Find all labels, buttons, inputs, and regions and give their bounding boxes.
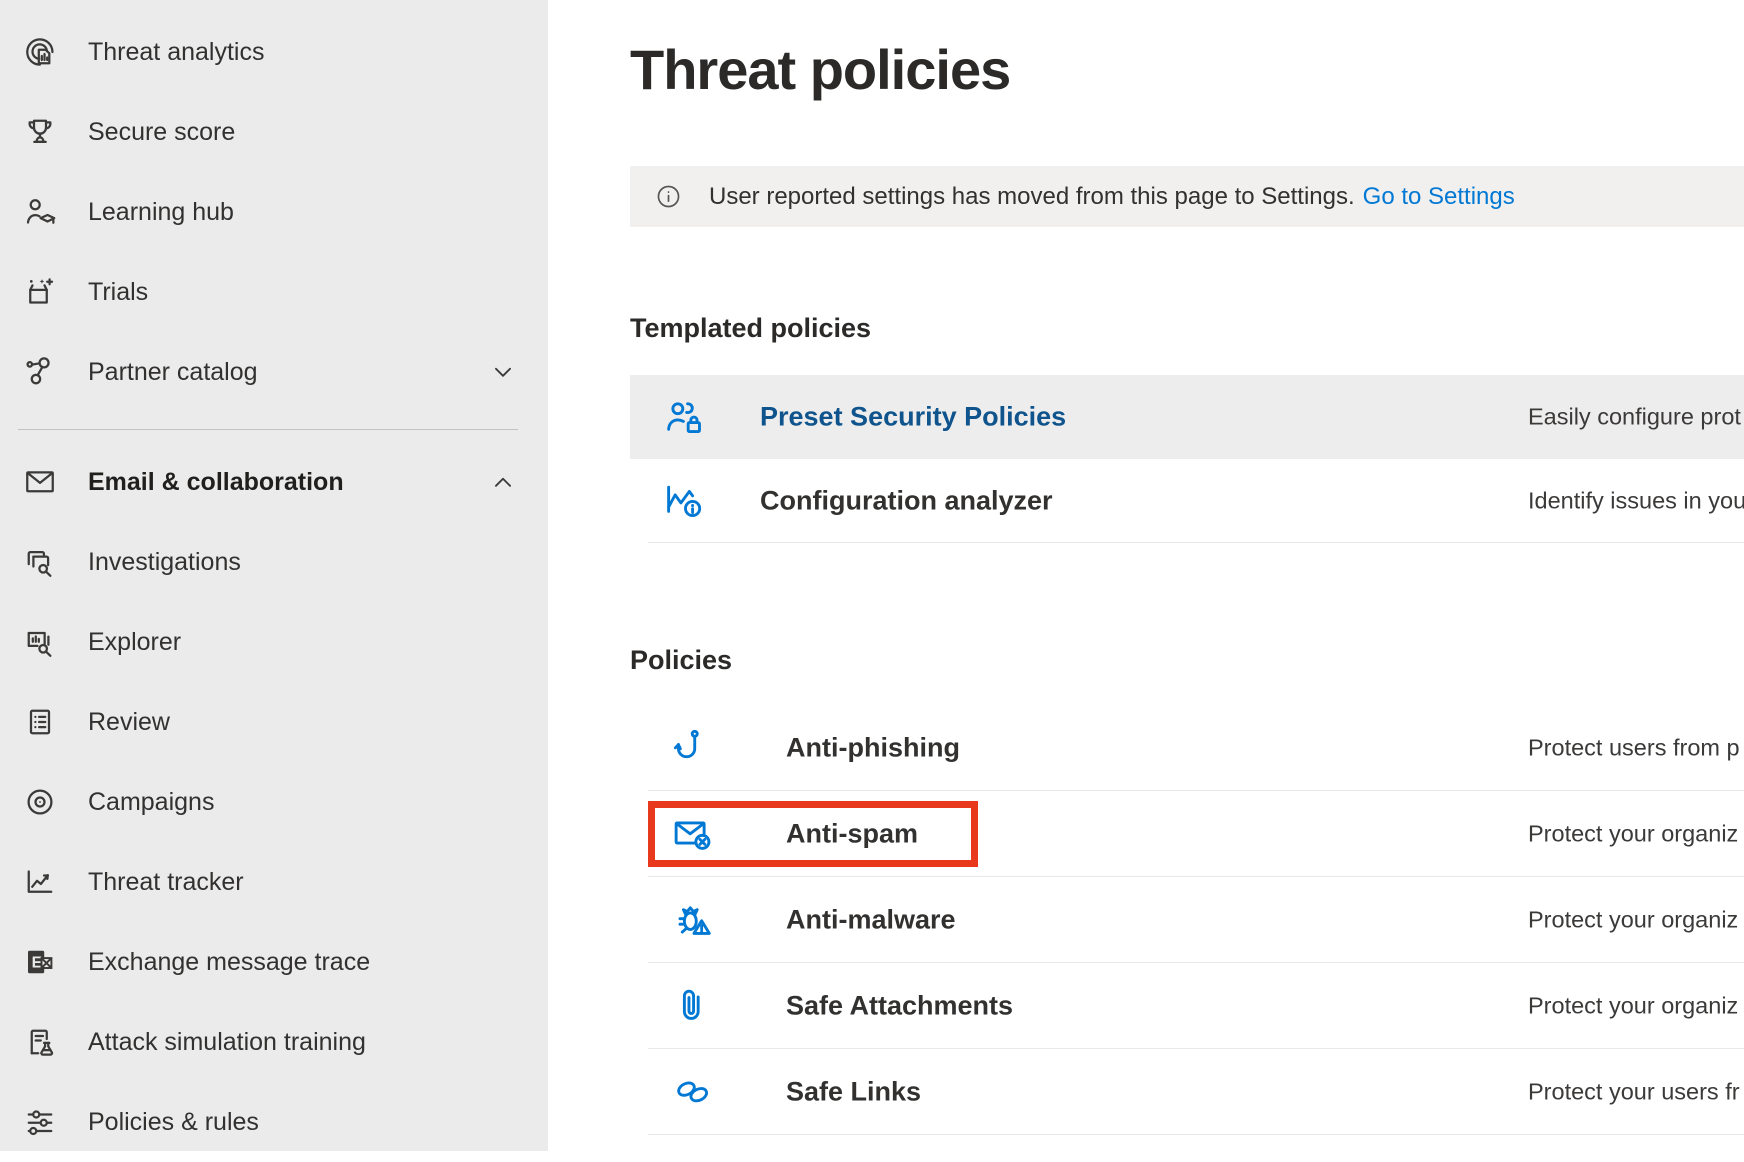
sidebar-item-label: Campaigns xyxy=(88,788,214,817)
main-content: Threat policies User reported settings h… xyxy=(548,0,1744,1151)
anti-malware-icon xyxy=(670,897,716,943)
sidebar-item-label: Review xyxy=(88,708,170,737)
sidebar-item-label: Exchange message trace xyxy=(88,948,370,977)
email-collaboration-icon xyxy=(22,464,58,500)
preset-security-policies-icon xyxy=(660,394,706,440)
sidebar-item-label: Partner catalog xyxy=(88,358,258,387)
sidebar-item-secure-score[interactable]: Secure score xyxy=(0,92,548,172)
anti-phishing-icon xyxy=(670,725,716,771)
sidebar-item-exchange-message-trace[interactable]: E Exchange message trace xyxy=(0,922,548,1002)
sidebar-item-policies-rules[interactable]: Policies & rules xyxy=(0,1082,548,1162)
row-title[interactable]: Configuration analyzer xyxy=(760,486,1053,517)
row-description: Identify issues in you xyxy=(1528,488,1744,515)
policies-rules-icon xyxy=(22,1104,58,1140)
sidebar-item-threat-tracker[interactable]: Threat tracker xyxy=(0,842,548,922)
row-title[interactable]: Safe Attachments xyxy=(786,991,1013,1022)
sidebar-item-review[interactable]: Review xyxy=(0,682,548,762)
sidebar-item-label: Threat analytics xyxy=(88,38,264,67)
row-anti-phishing[interactable]: Anti-phishing Protect users from p xyxy=(630,705,1744,791)
investigations-icon xyxy=(22,544,58,580)
exchange-message-trace-icon: E xyxy=(22,944,58,980)
policy-sections: Templated policies Preset Security Polici… xyxy=(630,311,1744,1135)
row-description: Easily configure prot xyxy=(1528,404,1741,431)
row-safe-attachments[interactable]: Safe Attachments Protect your organiz xyxy=(630,963,1744,1049)
section-heading-policies: Policies xyxy=(630,643,1744,677)
row-safe-links[interactable]: Safe Links Protect your users fr xyxy=(630,1049,1744,1135)
banner-text: User reported settings has moved from th… xyxy=(709,183,1355,210)
secure-score-icon xyxy=(22,114,58,150)
chevron-down-icon xyxy=(490,359,516,385)
sidebar-item-email-collaboration[interactable]: Email & collaboration xyxy=(0,442,548,522)
info-icon xyxy=(654,182,683,211)
row-anti-malware[interactable]: Anti-malware Protect your organiz xyxy=(630,877,1744,963)
section-rows-templated-policies: Preset Security Policies Easily configure… xyxy=(630,375,1744,543)
anti-spam-icon xyxy=(670,811,716,857)
threat-analytics-icon xyxy=(22,34,58,70)
row-description: Protect your organiz xyxy=(1528,993,1738,1020)
sidebar-item-attack-simulation-training[interactable]: Attack simulation training xyxy=(0,1002,548,1082)
threat-tracker-icon xyxy=(22,864,58,900)
sidebar-item-label: Email & collaboration xyxy=(88,468,344,497)
row-title[interactable]: Anti-malware xyxy=(786,905,956,936)
row-anti-spam[interactable]: Anti-spam Protect your organiz xyxy=(630,791,1744,877)
sidebar-item-label: Policies & rules xyxy=(88,1108,259,1137)
sidebar-item-investigations[interactable]: Investigations xyxy=(0,522,548,602)
sidebar-item-label: Attack simulation training xyxy=(88,1028,366,1057)
sidebar: Threat analytics Secure score Learning hub… xyxy=(0,0,548,1151)
section-rows-policies: Anti-phishing Protect users from p Anti-sp… xyxy=(630,705,1744,1135)
page-title: Threat policies xyxy=(630,38,1744,102)
explorer-icon xyxy=(22,624,58,660)
sidebar-item-label: Trials xyxy=(88,278,148,307)
sidebar-item-trials[interactable]: Trials xyxy=(0,252,548,332)
sidebar-item-label: Secure score xyxy=(88,118,235,147)
row-title[interactable]: Safe Links xyxy=(786,1077,921,1108)
configuration-analyzer-icon xyxy=(660,478,706,524)
partner-catalog-icon xyxy=(22,354,58,390)
row-description: Protect your organiz xyxy=(1528,907,1738,934)
safe-attachments-icon xyxy=(670,983,716,1029)
trials-icon xyxy=(22,274,58,310)
go-to-settings-link[interactable]: Go to Settings xyxy=(1363,183,1515,210)
row-title[interactable]: Preset Security Policies xyxy=(760,402,1066,433)
sidebar-item-campaigns[interactable]: Campaigns xyxy=(0,762,548,842)
review-icon xyxy=(22,704,58,740)
info-banner: User reported settings has moved from th… xyxy=(630,166,1744,227)
sidebar-item-label: Threat tracker xyxy=(88,868,244,897)
row-configuration-analyzer[interactable]: Configuration analyzer Identify issues in… xyxy=(630,459,1744,543)
sidebar-item-partner-catalog[interactable]: Partner catalog xyxy=(0,332,548,412)
campaigns-icon xyxy=(22,784,58,820)
learning-hub-icon xyxy=(22,194,58,230)
safe-links-icon xyxy=(670,1069,716,1115)
sidebar-item-label: Investigations xyxy=(88,548,241,577)
sidebar-item-threat-analytics[interactable]: Threat analytics xyxy=(0,12,548,92)
row-description: Protect your organiz xyxy=(1528,821,1738,848)
section-heading-templated-policies: Templated policies xyxy=(630,311,1744,345)
banner-message: User reported settings has moved from th… xyxy=(709,183,1515,211)
sidebar-divider xyxy=(18,429,518,430)
row-description: Protect users from p xyxy=(1528,735,1740,762)
attack-simulation-training-icon xyxy=(22,1024,58,1060)
row-title[interactable]: Anti-phishing xyxy=(786,733,960,764)
row-preset-security-policies[interactable]: Preset Security Policies Easily configure… xyxy=(630,375,1744,459)
row-title[interactable]: Anti-spam xyxy=(786,819,918,850)
sidebar-item-learning-hub[interactable]: Learning hub xyxy=(0,172,548,252)
sidebar-item-label: Explorer xyxy=(88,628,181,657)
row-description: Protect your users fr xyxy=(1528,1079,1740,1106)
chevron-up-icon xyxy=(490,469,516,495)
sidebar-item-explorer[interactable]: Explorer xyxy=(0,602,548,682)
sidebar-item-label: Learning hub xyxy=(88,198,234,227)
